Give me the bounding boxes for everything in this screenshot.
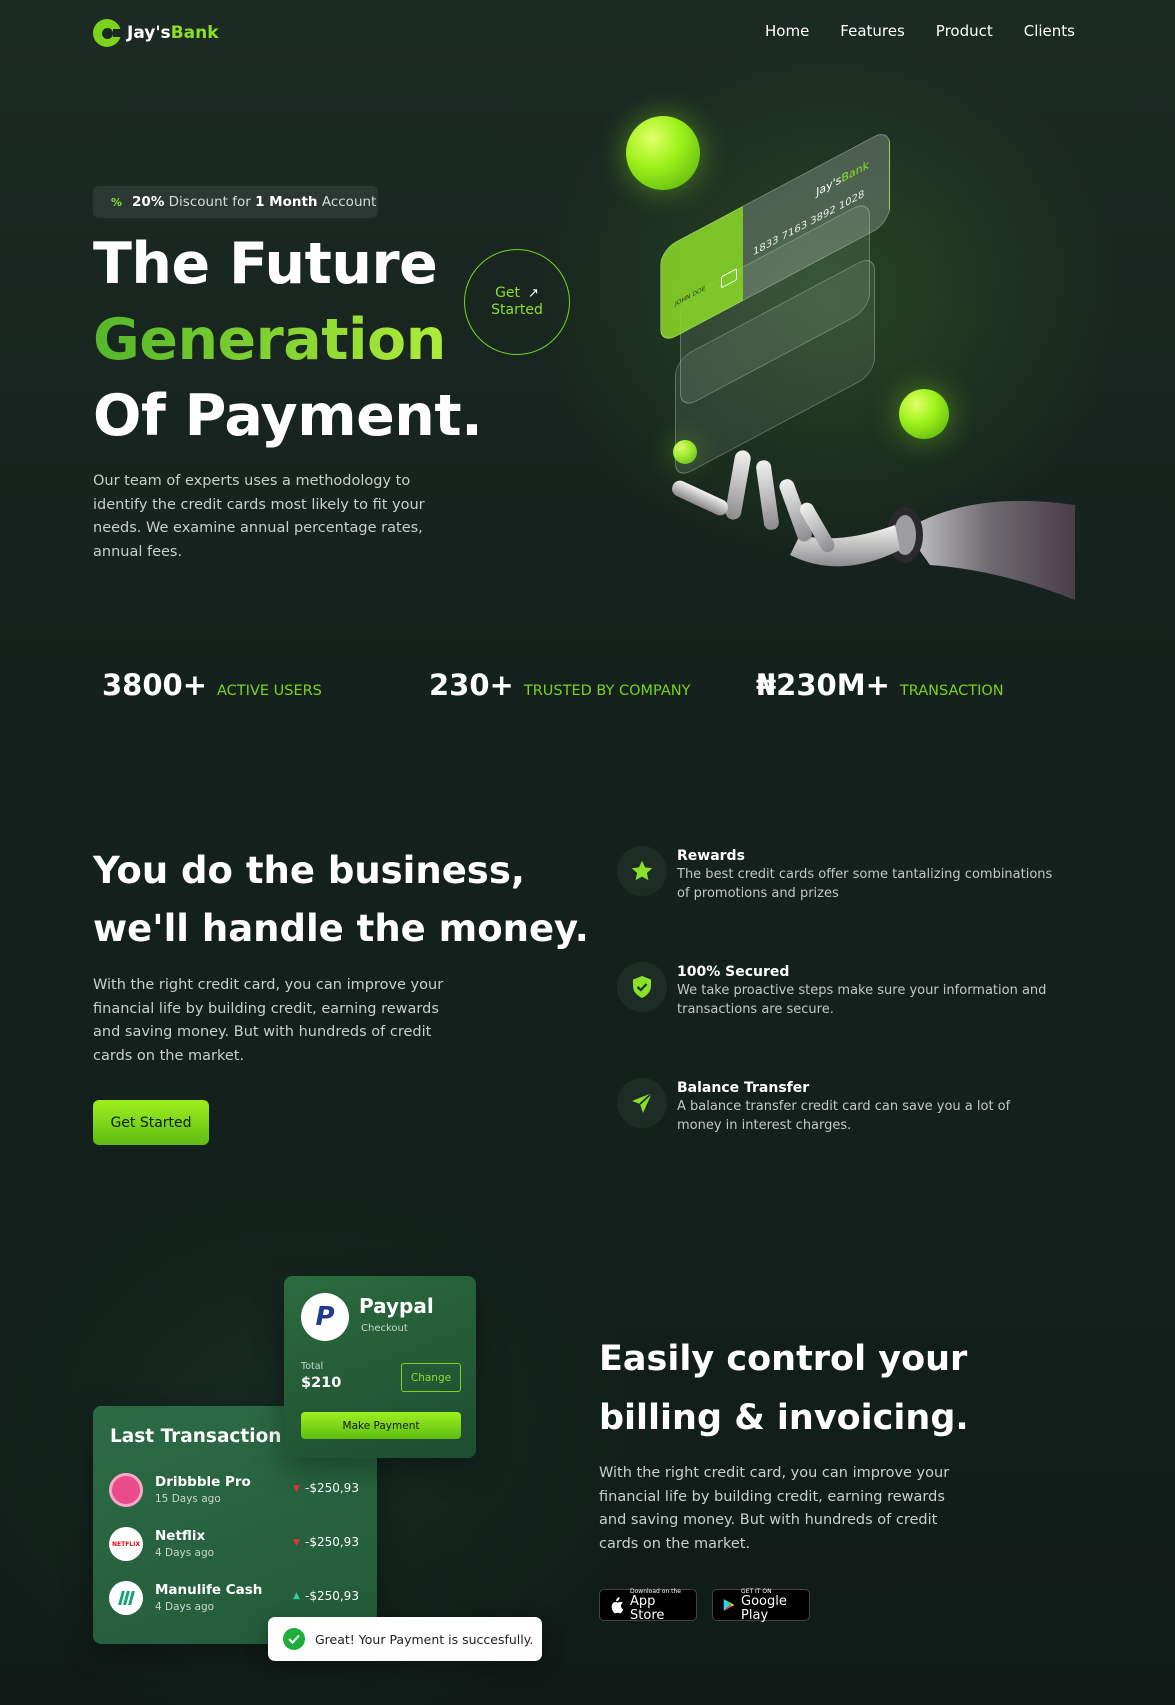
billing-description: With the right credit card, you can impr…	[599, 1465, 950, 1552]
last-transaction-title: Last Transaction	[110, 1426, 282, 1447]
discount-badge: % 20% Discount for 1 Month Account	[93, 186, 378, 218]
shield-icon	[617, 962, 667, 1012]
get-started-button[interactable]: Get Started	[93, 1100, 209, 1145]
transaction-row[interactable]: Manulife Cash 4 Days ago ▲ -$250,93	[109, 1580, 363, 1616]
paypal-checkout-card: P Paypal Checkout Total $210 Change Make…	[284, 1276, 476, 1458]
google-play-icon	[723, 1598, 735, 1612]
stat-transaction: ₦230M+ TRANSACTION	[756, 668, 1004, 702]
billing-title: Easily control your billing & invoicing.	[599, 1339, 969, 1438]
payment-success-toast: Great! Your Payment is succesfully.	[268, 1617, 542, 1661]
netflix-icon: NETFLIX	[109, 1527, 143, 1561]
percent-icon: %	[111, 195, 123, 209]
nav-link-product[interactable]: Product	[936, 22, 993, 40]
card-chip-icon	[721, 268, 737, 289]
feature-secured: 100% Secured We take proactive steps mak…	[617, 962, 1057, 1019]
app-store-button[interactable]: Download on the App Store	[599, 1588, 697, 1622]
arrow-up-right-icon: ↗	[528, 286, 539, 301]
arrow-up-icon: ▲	[293, 1591, 300, 1601]
arrow-down-icon: ▼	[293, 1484, 300, 1494]
brand-logo[interactable]: Jay'sBank	[93, 19, 219, 47]
dribbble-icon	[109, 1473, 143, 1507]
transaction-row[interactable]: Dribbble Pro 15 Days ago ▼ -$250,93	[109, 1472, 363, 1508]
card-holder: JOHN DOE	[675, 284, 706, 309]
feature-balance-transfer: Balance Transfer A balance transfer cred…	[617, 1078, 1057, 1135]
paypal-icon: P	[301, 1293, 349, 1341]
transaction-row[interactable]: NETFLIX Netflix 4 Days ago ▼ -$250,93	[109, 1526, 363, 1562]
check-circle-icon	[283, 1628, 305, 1650]
nav-link-clients[interactable]: Clients	[1024, 22, 1075, 40]
main-nav: Home Features Product Clients	[765, 22, 1075, 40]
feature-rewards: Rewards The best credit cards offer some…	[617, 846, 1057, 903]
robot-hand-illustration	[672, 450, 1075, 600]
nav-link-home[interactable]: Home	[765, 22, 809, 40]
nav-link-features[interactable]: Features	[840, 22, 905, 40]
hero-description: Our team of experts uses a methodology t…	[93, 473, 425, 560]
star-icon	[617, 846, 667, 896]
paper-plane-icon	[617, 1078, 667, 1128]
hero-illustration: Jay'sBank 1833 7163 3892 1028 JOHN DOE	[620, 100, 1075, 610]
make-payment-button[interactable]: Make Payment	[301, 1412, 461, 1439]
get-started-circle-button[interactable]: Get ↗ Started	[464, 249, 570, 355]
business-description: With the right credit card, you can impr…	[93, 977, 444, 1064]
apple-icon	[611, 1596, 624, 1613]
stat-active-users: 3800+ ACTIVE USERS	[102, 668, 322, 702]
manulife-icon	[109, 1581, 143, 1615]
business-title: You do the business, we'll handle the mo…	[93, 849, 589, 950]
logo-mark-icon	[93, 19, 123, 47]
logo-text: Jay'sBank	[127, 23, 219, 43]
arrow-down-icon: ▼	[293, 1538, 300, 1548]
stat-trusted-companies: 230+ TRUSTED BY COMPANY	[429, 668, 691, 702]
discount-text: 20% Discount for 1 Month Account	[132, 194, 377, 210]
google-play-button[interactable]: GET IT ON Google Play	[712, 1588, 810, 1622]
green-sphere-large	[626, 116, 700, 190]
change-button[interactable]: Change	[401, 1363, 461, 1392]
green-sphere-medium	[899, 389, 949, 439]
hero-title: The Future Generation Of Payment.	[93, 231, 483, 449]
